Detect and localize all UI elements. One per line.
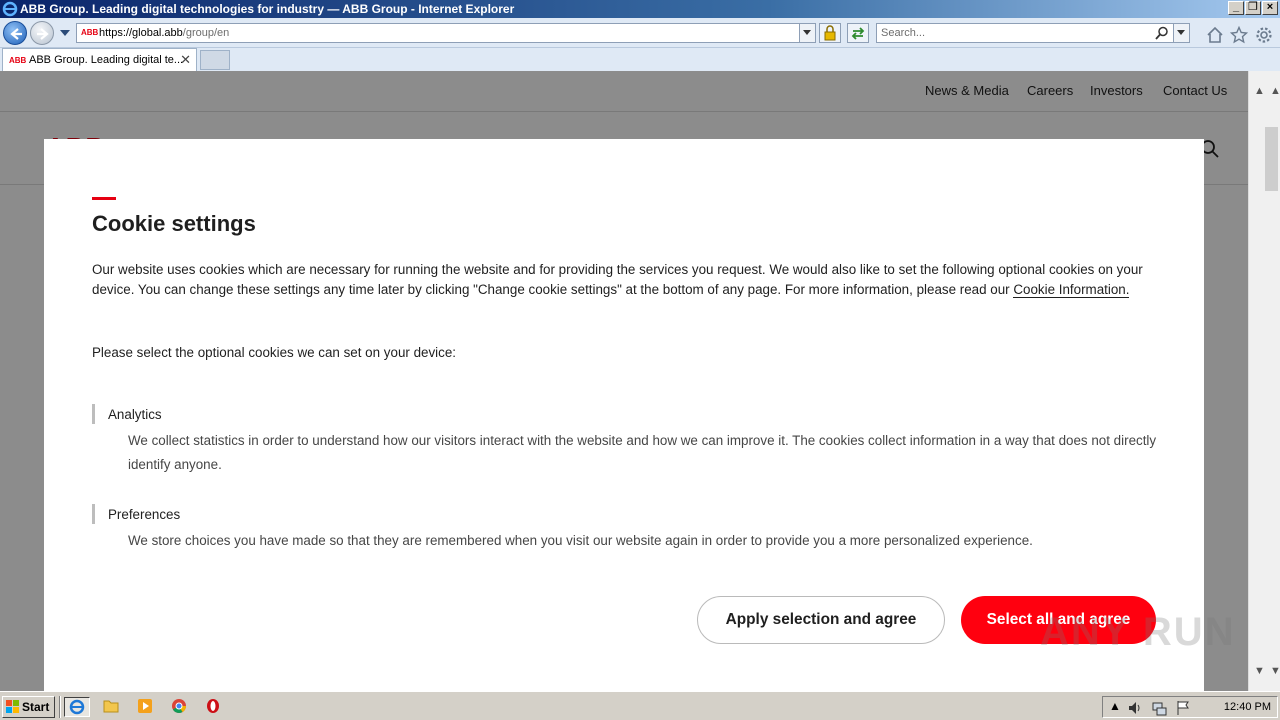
taskbar-separator <box>59 696 61 718</box>
cookie-information-link[interactable]: Cookie Information. <box>1013 282 1130 298</box>
browser-nav-bar: ABB https://global.abb/group/en Search..… <box>0 18 1280 48</box>
scrollbar-thumb[interactable] <box>1265 127 1278 191</box>
category-description: We collect statistics in order to unders… <box>128 433 1157 472</box>
window-title-bar: ABB Group. Leading digital technologies … <box>0 0 1280 18</box>
settings-gear-icon[interactable] <box>1255 26 1273 44</box>
volume-icon[interactable] <box>1127 700 1143 716</box>
chevron-down-icon <box>803 30 811 35</box>
category-marker <box>92 404 95 424</box>
title-accent-bar <box>92 197 116 200</box>
internet-explorer-icon <box>2 1 18 17</box>
close-window-button[interactable]: × <box>1262 1 1278 15</box>
search-dropdown-button[interactable] <box>1173 24 1189 42</box>
address-url[interactable]: https://global.abb/group/en <box>99 27 229 39</box>
taskbar-ie-button[interactable] <box>64 697 90 717</box>
tray-expand-icon[interactable]: ▲ <box>1109 699 1121 713</box>
home-icon[interactable] <box>1206 26 1224 44</box>
start-button[interactable]: Start <box>2 696 55 718</box>
browser-search-box[interactable]: Search... <box>876 23 1190 43</box>
browser-tab-bar: ABB ABB Group. Leading digital te... ✕ <box>0 48 1280 71</box>
windows-taskbar: Start ▲ 12:40 PM <box>0 691 1280 720</box>
page-scrollbar[interactable]: ▲ ▲ ▼ ▼ <box>1248 71 1280 691</box>
refresh-icon <box>851 27 865 40</box>
back-button[interactable] <box>3 21 27 45</box>
dialog-title: Cookie settings <box>92 211 256 236</box>
action-center-flag-icon[interactable] <box>1175 700 1191 716</box>
tab-title: ABB Group. Leading digital te... <box>29 54 184 66</box>
restore-button[interactable]: ❐ <box>1245 1 1261 15</box>
cookie-intro-text: Our website uses cookies which are neces… <box>92 260 1167 300</box>
cookie-settings-dialog: Cookie settings Our website uses cookies… <box>44 139 1204 691</box>
favorites-star-icon[interactable] <box>1230 26 1248 44</box>
recent-pages-dropdown-icon[interactable] <box>60 30 70 36</box>
network-icon[interactable] <box>1151 700 1167 716</box>
system-tray: ▲ 12:40 PM <box>1102 696 1278 718</box>
window-title: ABB Group. Leading digital technologies … <box>20 2 515 16</box>
tab-close-icon[interactable]: ✕ <box>180 52 191 68</box>
start-label: Start <box>22 700 50 714</box>
opera-icon <box>207 699 219 713</box>
select-prompt: Please select the optional cookies we ca… <box>92 345 456 360</box>
new-tab-button[interactable] <box>200 50 230 70</box>
lock-icon <box>824 25 836 41</box>
address-bar[interactable]: ABB https://global.abb/group/en <box>76 23 816 43</box>
taskbar-media-player-button[interactable] <box>133 697 159 717</box>
taskbar-chrome-button[interactable] <box>167 697 193 717</box>
address-path: /group/en <box>182 27 230 39</box>
internet-explorer-icon <box>69 699 85 715</box>
scroll-down-icon[interactable]: ▼ <box>1270 665 1280 677</box>
category-description: We store choices you have made so that t… <box>128 533 1033 548</box>
address-dropdown-button[interactable] <box>799 24 815 42</box>
intro-body: Our website uses cookies which are neces… <box>92 262 1143 297</box>
chevron-down-icon <box>1177 30 1185 35</box>
search-icon[interactable] <box>1155 26 1169 40</box>
security-lock-button[interactable] <box>819 23 841 43</box>
anyrun-watermark: ANY RUN <box>1040 610 1236 654</box>
category-title[interactable]: Analytics <box>108 407 162 422</box>
media-player-icon <box>138 699 152 713</box>
apply-selection-button[interactable]: Apply selection and agree <box>697 596 945 644</box>
scroll-up-icon[interactable]: ▲ <box>1254 85 1265 97</box>
site-favicon: ABB <box>81 28 99 37</box>
refresh-button[interactable] <box>847 23 869 43</box>
search-placeholder: Search... <box>881 27 926 39</box>
category-marker <box>92 504 95 524</box>
minimize-button[interactable]: _ <box>1228 1 1244 15</box>
tab-favicon: ABB <box>9 56 27 65</box>
taskbar-opera-button[interactable] <box>201 697 227 717</box>
windows-logo-icon <box>6 700 19 713</box>
forward-button[interactable] <box>30 21 54 45</box>
web-content: News & Media Careers Investors Contact U… <box>0 71 1248 691</box>
taskbar-explorer-button[interactable] <box>99 697 125 717</box>
back-arrow-icon <box>10 28 22 40</box>
scroll-up-icon[interactable]: ▲ <box>1270 85 1280 97</box>
category-title[interactable]: Preferences <box>108 507 180 522</box>
taskbar-clock[interactable]: 12:40 PM <box>1224 701 1271 713</box>
browser-tab[interactable]: ABB ABB Group. Leading digital te... ✕ <box>2 48 197 71</box>
forward-arrow-icon <box>37 28 49 40</box>
address-host: https://global.abb <box>99 27 183 39</box>
scroll-down-icon[interactable]: ▼ <box>1254 665 1265 677</box>
folder-icon <box>103 700 119 713</box>
chrome-icon <box>172 699 186 713</box>
